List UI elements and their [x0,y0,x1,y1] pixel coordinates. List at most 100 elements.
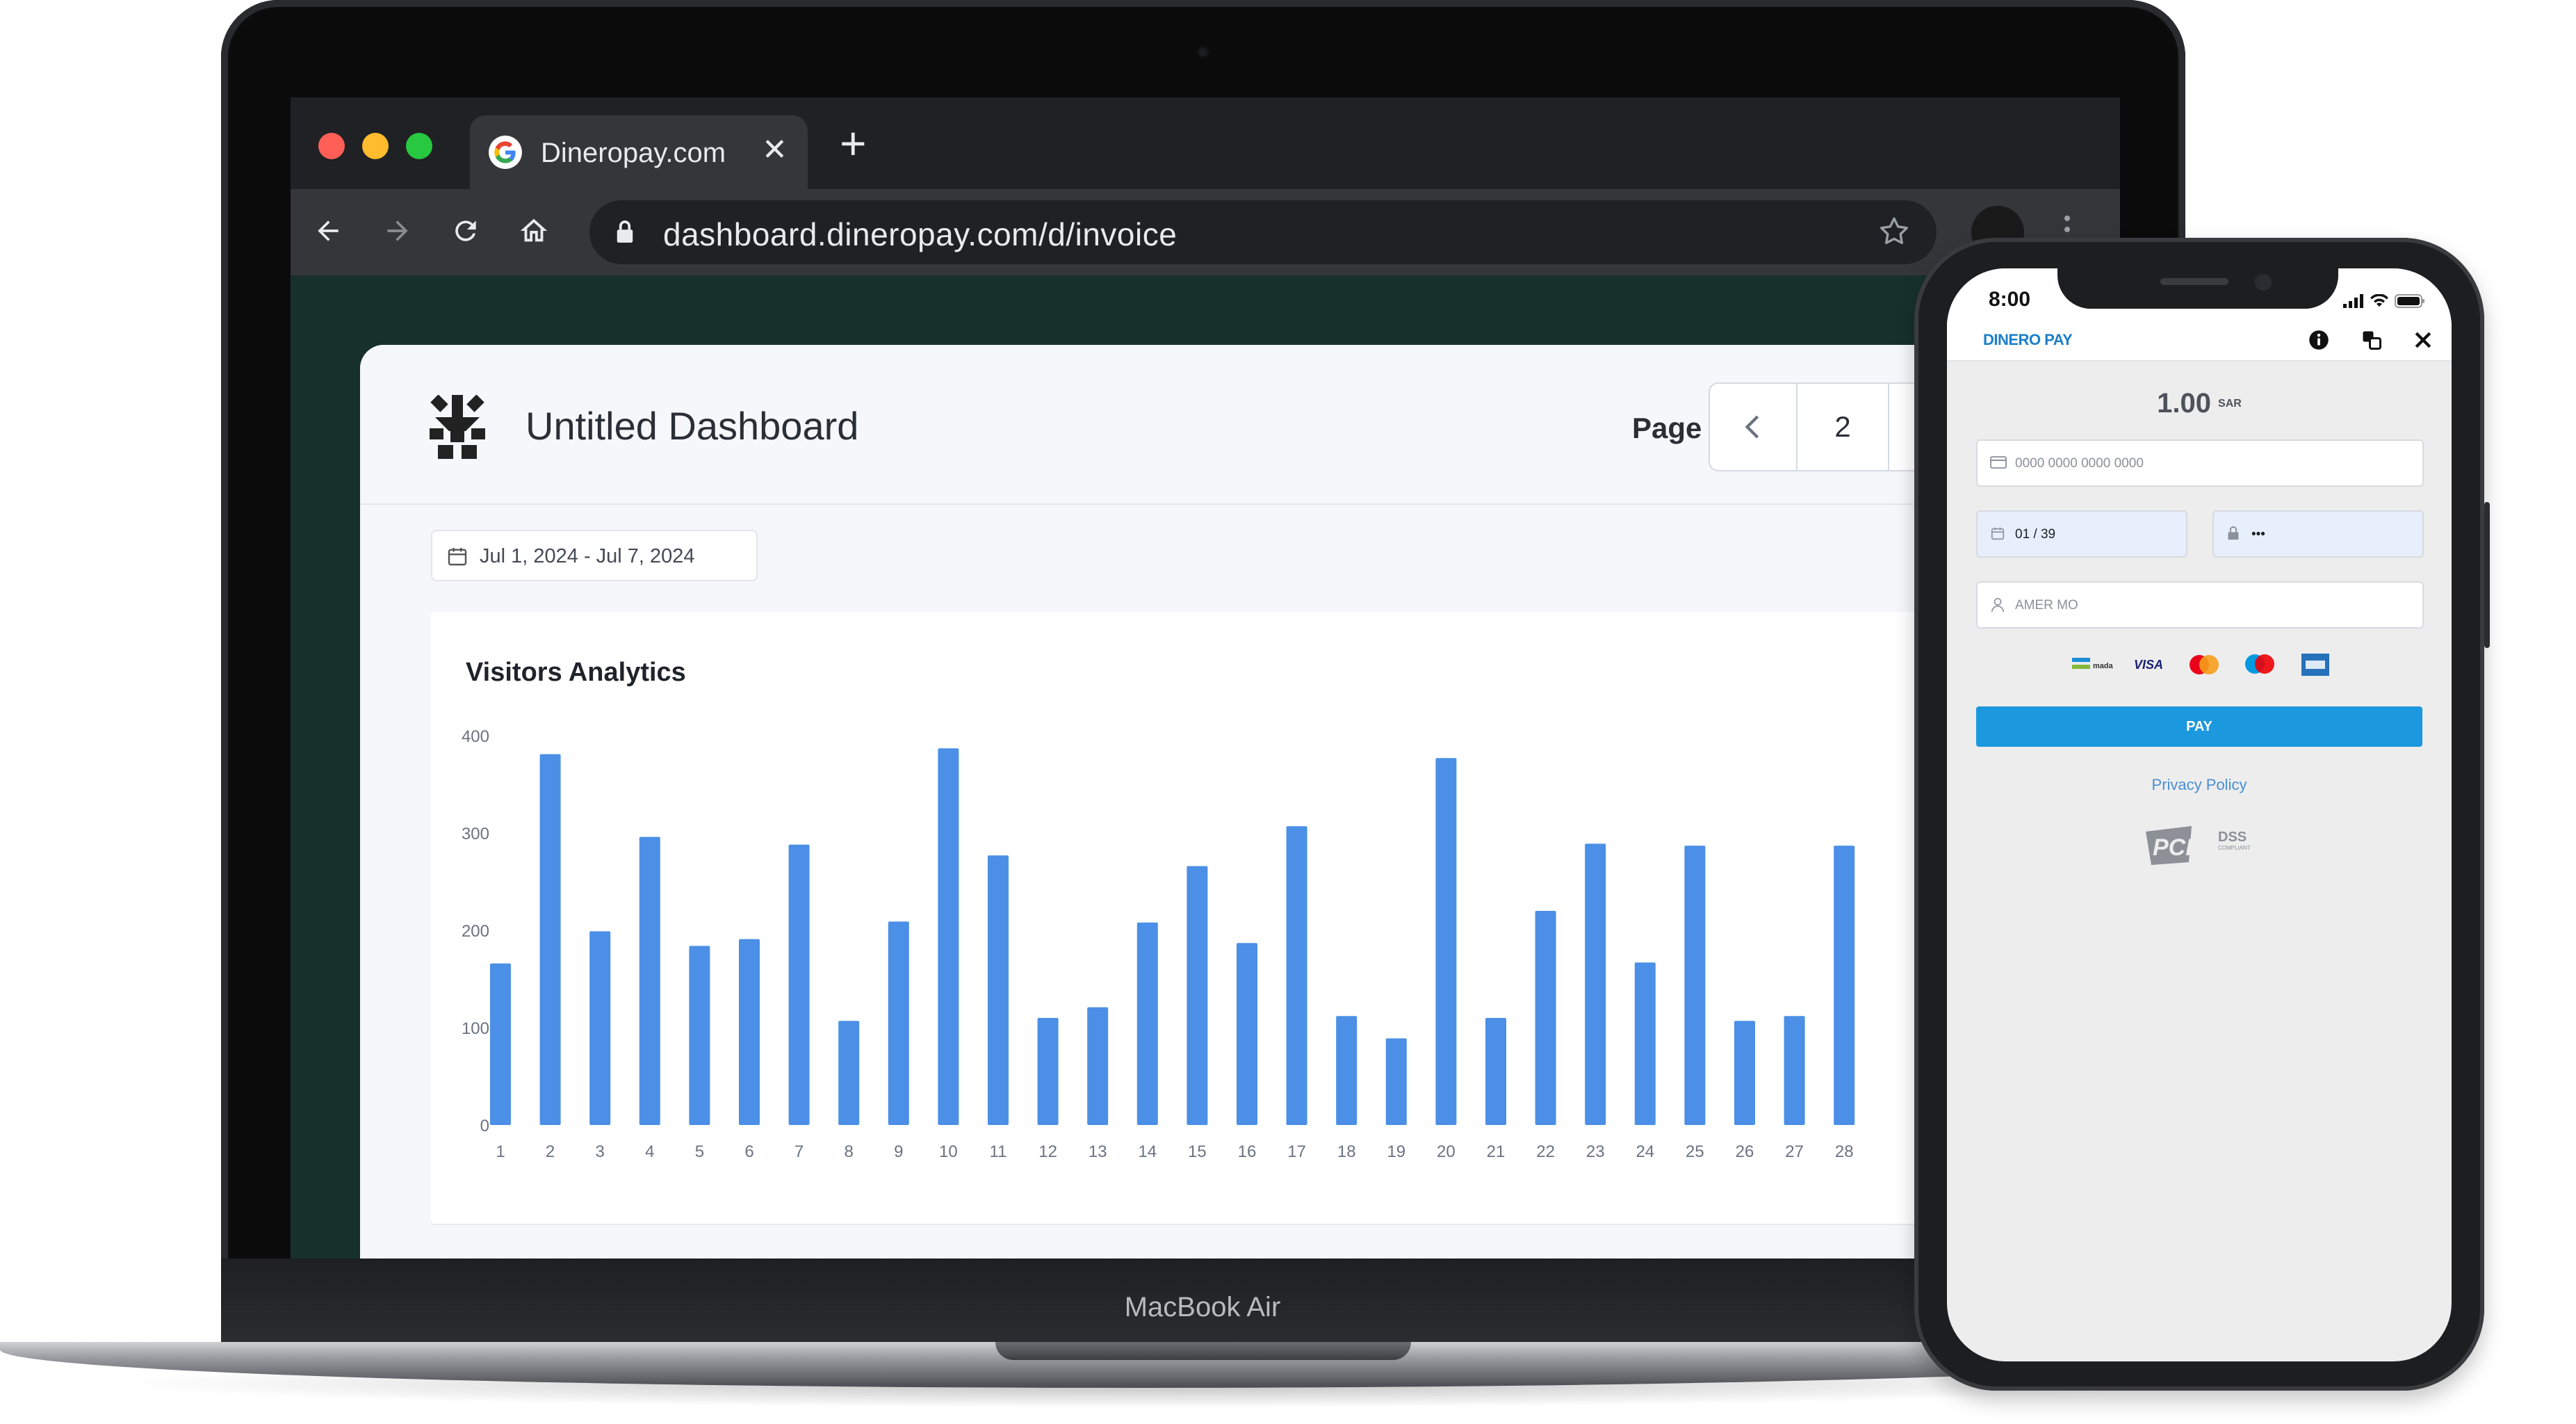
chart-bar[interactable] [1535,911,1556,1125]
checkout-header: DINERO PAY [1947,320,2452,362]
dashboard-header: Untitled Dashboard Page 2 [360,345,2120,505]
x-tick-label: 2 [546,1142,555,1161]
x-tick-label: 25 [1686,1142,1704,1161]
chart-bar[interactable] [1237,943,1257,1125]
pay-button[interactable]: PAY [1976,706,2422,747]
phone-notch [2057,268,2338,309]
chart-bar[interactable] [1834,846,1855,1125]
back-arrow-icon[interactable] [306,209,350,253]
phone-screen: 8:00 DINERO PAY 1.00 SAR 0000 0000 0000 0… [1947,268,2452,1361]
dashboard-card: Untitled Dashboard Page 2 Jul 1, 2024 - … [360,345,2120,1259]
close-icon[interactable] [2410,327,2436,353]
accepted-cards: mada VISA [2058,649,2350,680]
x-tick-label: 23 [1586,1142,1605,1161]
x-tick-label: 8 [845,1142,854,1161]
language-switch-icon[interactable] [2358,327,2385,353]
chart-bar[interactable] [1684,846,1706,1125]
reload-icon[interactable] [443,209,488,253]
cvv-field[interactable]: ••• [2212,510,2424,558]
bookmark-star-icon[interactable] [1877,214,1911,249]
laptop-camera [1197,46,1209,58]
dss-text: DSS [2218,830,2247,845]
chart-bar[interactable] [1037,1018,1059,1125]
expiry-date-value: 01 / 39 [2015,527,2056,542]
browser-window: Dineropay.com ✕ + dashboard.dineropay.co… [291,97,2120,1259]
privacy-policy-link[interactable]: Privacy Policy [1947,776,2452,794]
wifi-icon [2370,294,2388,307]
amount-currency: SAR [2218,398,2242,410]
credit-card-icon [1990,456,2007,469]
pci-text: PCI [2153,834,2193,861]
battery-icon [2395,294,2424,308]
chart-bar[interactable] [1784,1016,1805,1125]
home-icon[interactable] [512,209,556,253]
page-background: Untitled Dashboard Page 2 Jul 1, 2024 - … [291,275,2120,1259]
chart-bar[interactable] [1187,866,1208,1125]
phone-front-camera [2255,274,2272,291]
x-tick-label: 16 [1238,1142,1257,1161]
chart-bar[interactable] [838,1021,860,1125]
chart-bar[interactable] [938,748,959,1125]
window-maximize-button[interactable] [406,133,432,159]
chart-bar[interactable] [1485,1018,1506,1125]
cellular-signal-icon [2343,294,2363,308]
card-number-field[interactable]: 0000 0000 0000 0000 [1976,439,2424,487]
chart-bar[interactable] [1136,922,1158,1125]
cardholder-name-value: AMER MO [2015,598,2078,613]
cvv-value: ••• [2251,527,2265,542]
date-range-text: Jul 1, 2024 - Jul 7, 2024 [480,545,695,567]
mastercard-logo [2182,651,2226,679]
page-number-input[interactable]: 2 [1798,384,1889,470]
y-tick-label: 0 [480,1117,489,1135]
chart-bar[interactable] [1286,826,1307,1125]
chart-bar[interactable] [490,963,511,1125]
browser-titlebar: Dineropay.com ✕ + [291,97,2120,189]
chart-bar[interactable] [1634,962,1656,1125]
forward-arrow-icon[interactable] [375,209,420,253]
calendar-icon [448,548,467,566]
chart-bar[interactable] [589,931,611,1125]
status-time: 8:00 [1989,288,2031,311]
browser-tab[interactable]: Dineropay.com ✕ [470,115,808,189]
info-icon[interactable] [2306,327,2332,353]
x-tick-label: 28 [1835,1142,1854,1161]
chart-bar[interactable] [689,946,710,1125]
visitors-chart-card: Visitors Analytics 0 100 200 300 400 1 2 3 4 5 6 7 8… [431,612,2120,1224]
x-tick-label: 9 [894,1142,903,1161]
date-range-picker[interactable]: Jul 1, 2024 - Jul 7, 2024 [431,530,758,581]
window-close-button[interactable] [318,133,345,159]
previous-page-button[interactable] [1710,384,1798,470]
tab-close-icon[interactable]: ✕ [762,132,788,168]
pci-dss-badge: PCI DSS COMPLIANT [2146,826,2251,865]
url-text: dashboard.dineropay.com/d/invoice [663,216,1177,252]
chart-bar[interactable] [1087,1007,1109,1125]
chart-bar[interactable] [1585,843,1606,1125]
chart-bar[interactable] [1336,1016,1358,1125]
x-tick-label: 7 [794,1142,804,1161]
page-label: Page [1632,412,1702,444]
x-tick-label: 13 [1089,1142,1107,1161]
expiry-date-field[interactable]: 01 / 39 [1976,510,2187,558]
chart-bar[interactable] [539,754,561,1125]
dinero-logo-icon [430,395,485,459]
address-bar[interactable]: dashboard.dineropay.com/d/invoice [589,200,1937,264]
x-tick-label: 24 [1636,1142,1654,1161]
chart-bar[interactable] [1435,758,1457,1125]
window-minimize-button[interactable] [362,133,389,159]
chart-bar[interactable] [739,939,760,1125]
x-tick-label: 26 [1736,1142,1754,1161]
chart-bar[interactable] [639,836,660,1125]
x-tick-label: 20 [1437,1142,1456,1161]
new-tab-plus-icon[interactable]: + [840,120,867,166]
calendar-icon [1991,527,2005,540]
x-tick-label: 27 [1785,1142,1804,1161]
chart-bar[interactable] [788,844,810,1125]
cardholder-name-field[interactable]: AMER MO [1976,581,2424,629]
chart-bar[interactable] [1734,1021,1755,1125]
chart-bar[interactable] [888,921,909,1125]
x-tick-label: 12 [1038,1142,1057,1161]
x-tick-label: 19 [1387,1142,1405,1161]
browser-toolbar: dashboard.dineropay.com/d/invoice [291,189,2120,275]
chart-bar[interactable] [1385,1038,1407,1125]
chart-bar[interactable] [988,855,1009,1125]
